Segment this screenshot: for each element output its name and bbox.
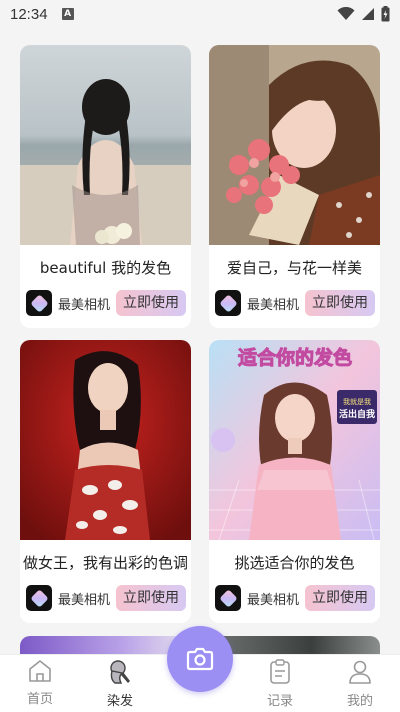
nav-label: 记录 xyxy=(266,694,293,709)
template-card[interactable]: 做女王，我有出彩的色调 最美相机 立即使用 xyxy=(20,340,191,623)
use-now-button[interactable]: 立即使用 xyxy=(305,290,375,316)
signal-icon xyxy=(362,8,374,20)
poster-badge-top: 我就是我 xyxy=(343,397,371,406)
camera-button[interactable] xyxy=(167,626,233,692)
wifi-icon xyxy=(337,7,355,20)
nav-item-records[interactable]: 记录 xyxy=(250,655,310,712)
notification-a-icon: A xyxy=(61,8,74,20)
nav-label: 首页 xyxy=(26,692,53,707)
card-title: beautiful 我的发色 xyxy=(39,259,172,277)
use-now-button[interactable]: 立即使用 xyxy=(116,290,186,316)
app-logo-icon xyxy=(215,290,241,316)
card-image xyxy=(20,45,191,245)
person-icon xyxy=(349,660,371,684)
poster-badge-bottom: 活出自我 xyxy=(339,408,375,420)
card-image: 适合你的发色 我就是我 活出自我 xyxy=(209,340,380,540)
card-footer: 最美相机 立即使用 xyxy=(215,584,375,612)
status-time: 12:34 xyxy=(10,5,48,23)
app-name: 最美相机 xyxy=(247,297,300,313)
nav-item-home[interactable]: 首页 xyxy=(10,655,70,712)
template-card[interactable]: beautiful 我的发色 最美相机 立即使用 xyxy=(20,45,191,328)
hair-dye-icon xyxy=(110,660,130,684)
card-footer: 最美相机 立即使用 xyxy=(26,289,186,317)
card-title: 爱自己，与花一样美 xyxy=(226,259,362,277)
template-card[interactable]: 适合你的发色 我就是我 活出自我 挑选适合你的发色 最美相机 立即使用 xyxy=(209,340,380,623)
use-now-button[interactable]: 立即使用 xyxy=(305,585,375,611)
use-now-button[interactable]: 立即使用 xyxy=(116,585,186,611)
camera-icon xyxy=(186,647,214,671)
card-title: 挑选适合你的发色 xyxy=(234,554,355,572)
card-image xyxy=(20,340,191,540)
app-logo-icon xyxy=(215,585,241,611)
nav-label: 我的 xyxy=(346,694,373,709)
poster-headline: 适合你的发色 xyxy=(238,346,352,369)
battery-icon xyxy=(381,6,390,22)
card-footer: 最美相机 立即使用 xyxy=(215,289,375,317)
template-card[interactable]: 爱自己，与花一样美 最美相机 立即使用 xyxy=(209,45,380,328)
nav-item-hair-dye[interactable]: 染发 xyxy=(90,655,150,712)
app-logo-icon xyxy=(26,290,52,316)
nav-label: 染发 xyxy=(106,694,133,709)
nav-item-mine[interactable]: 我的 xyxy=(330,655,390,712)
app-name: 最美相机 xyxy=(58,297,111,313)
home-icon xyxy=(29,660,51,682)
card-title: 做女王，我有出彩的色调 xyxy=(22,554,188,572)
app-name: 最美相机 xyxy=(247,592,300,608)
clipboard-icon xyxy=(270,659,290,684)
card-footer: 最美相机 立即使用 xyxy=(26,584,186,612)
app-name: 最美相机 xyxy=(58,592,111,608)
status-bar: 12:34 A xyxy=(0,0,400,28)
card-image xyxy=(209,45,380,245)
app-logo-icon xyxy=(26,585,52,611)
